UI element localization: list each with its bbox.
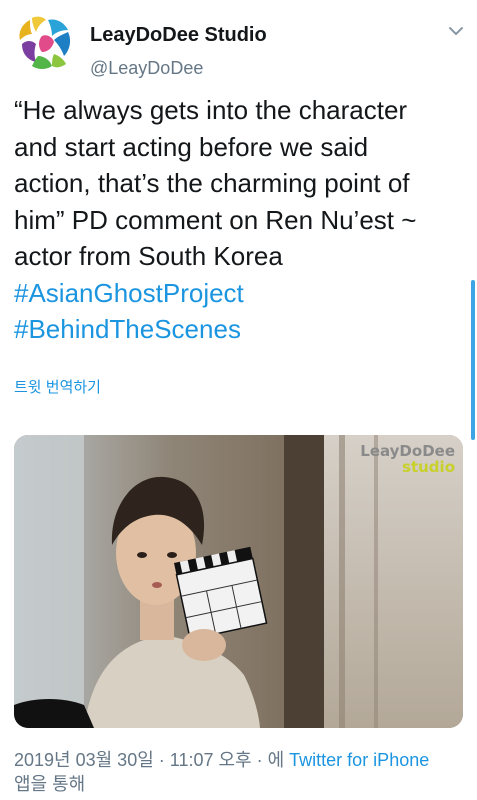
via-label: 앱을 통해 [14, 774, 86, 794]
tweet-meta: 2019년 03월 30일 · 11:07 오후 · 에 Twitter for… [14, 748, 469, 796]
hashtag-link[interactable]: #AsianGhostProject [14, 275, 469, 312]
tweet-header: LeayDoDee Studio @LeayDoDee [12, 10, 467, 79]
chevron-down-icon[interactable] [445, 20, 467, 42]
tweet-text-line: action, that’s the charming point of [14, 168, 410, 198]
tweet-text-line: “He always gets into the character [14, 95, 408, 125]
tweet-text: “He always gets into the character and s… [14, 92, 469, 348]
watermark-line: studio [402, 458, 455, 476]
tweet-text-line: and start acting before we said [14, 131, 369, 162]
hashtag-link[interactable]: #BehindTheScenes [14, 311, 469, 348]
tweet-text-line: him” PD comment on Ren Nu’est ~ [14, 204, 417, 235]
colorful-hands-logo-icon [19, 16, 71, 69]
photo-image [14, 435, 463, 728]
display-name[interactable]: LeayDoDee Studio [90, 24, 267, 47]
tweet-media-photo[interactable]: LeayDoDee studio [14, 435, 463, 728]
avatar[interactable] [12, 10, 78, 76]
timestamp[interactable]: 2019년 03월 30일 · 11:07 오후 · 에 [14, 750, 284, 770]
tweet-text-line: actor from South Korea [14, 241, 283, 271]
translate-tweet-link[interactable]: 트윗 번역하기 [14, 376, 101, 397]
user-handle[interactable]: @LeayDoDee [90, 58, 203, 79]
watermark: LeayDoDee studio [360, 443, 455, 475]
scrollbar[interactable] [471, 280, 475, 440]
watermark-line: LeayDoDee [360, 442, 455, 460]
source-link[interactable]: Twitter for iPhone [289, 750, 429, 770]
